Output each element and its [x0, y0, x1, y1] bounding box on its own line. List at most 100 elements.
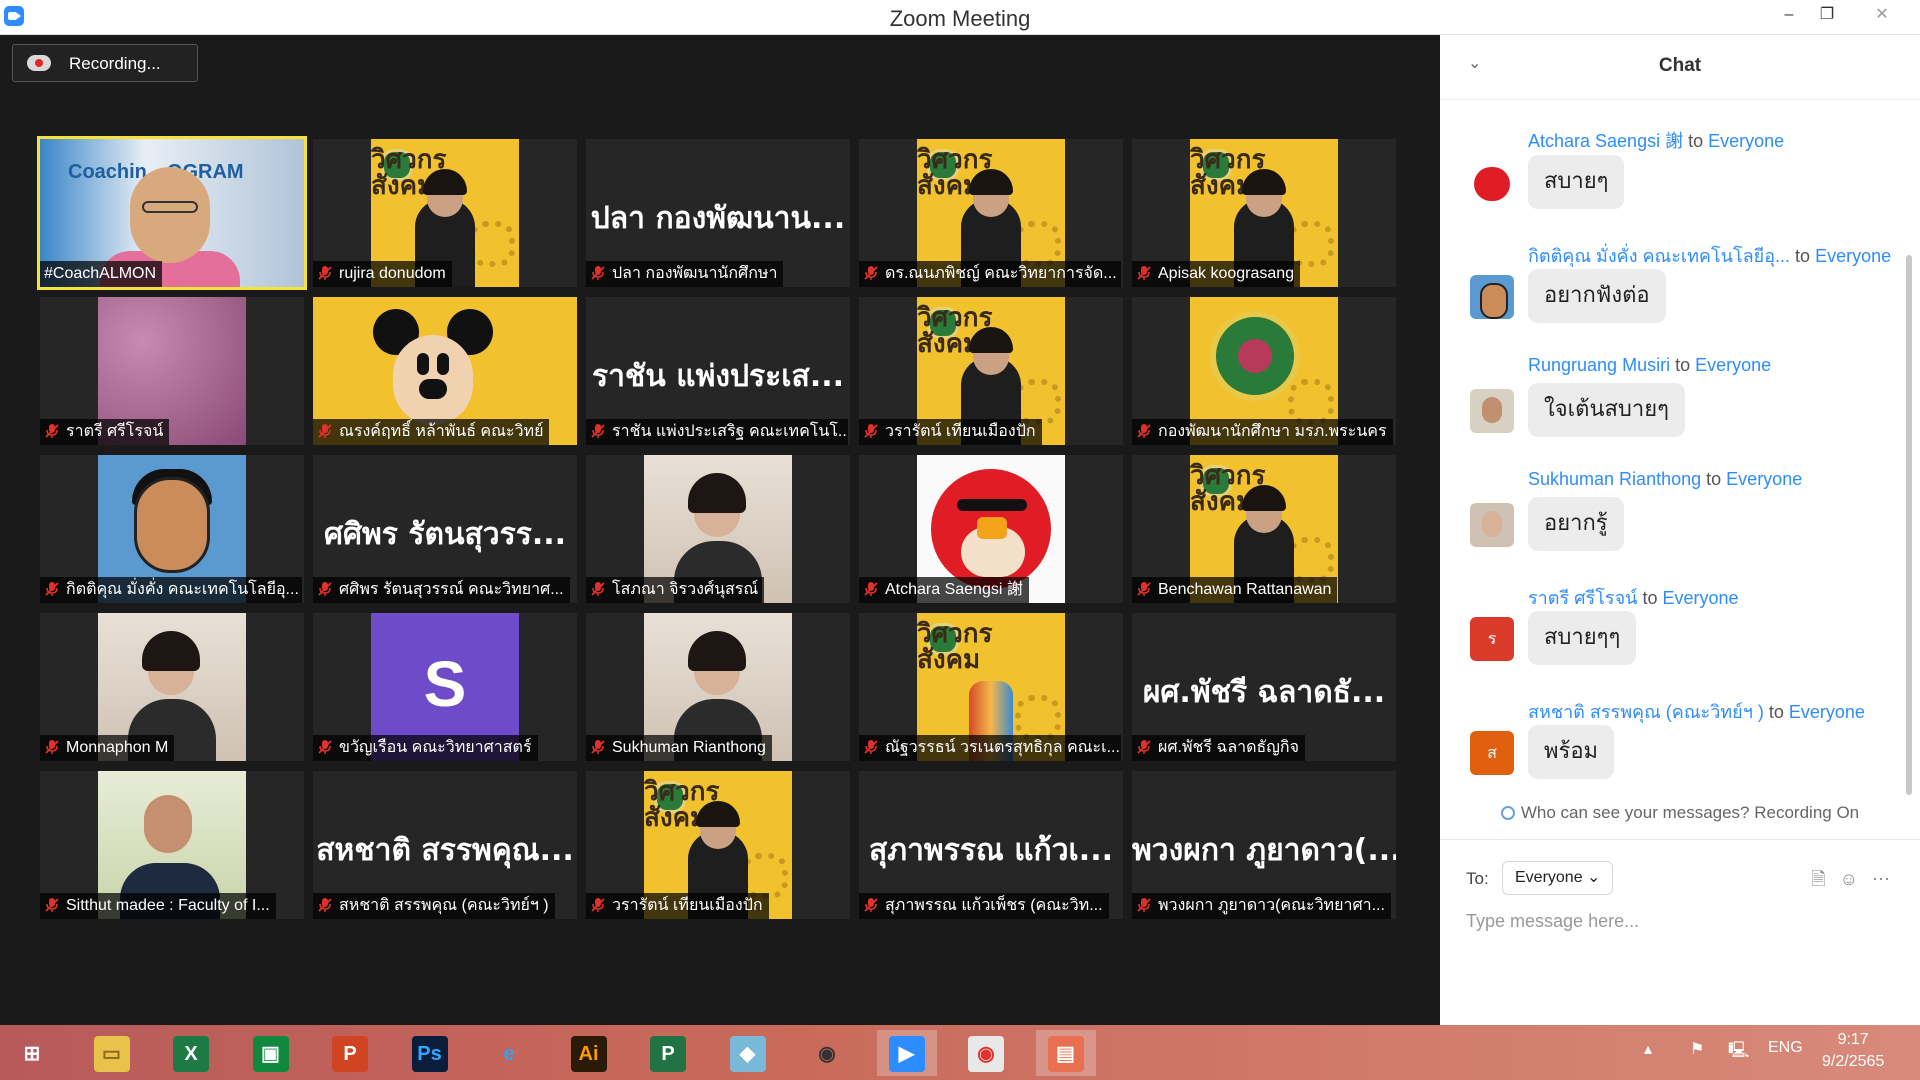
participant-name-label: ศศิพร รัตนสุวรรณ์ คณะวิทยาศ...	[313, 577, 570, 603]
network-icon[interactable]: 🖳	[1728, 1039, 1749, 1066]
internet-explorer-icon[interactable]: e	[479, 1030, 539, 1076]
store-icon[interactable]: ▣	[241, 1030, 301, 1076]
participant-name-label: พวงผกา ภูยาดาว(คณะวิทยาศา...	[1132, 893, 1391, 919]
poster-header: วิศวกร สังคม	[917, 619, 993, 675]
recipient-name[interactable]: Everyone	[1695, 355, 1771, 375]
photoscape-icon[interactable]: ◉	[797, 1030, 857, 1076]
participant-name-label: วรารัตน์ เทียนเมืองปัก	[586, 893, 769, 919]
recipient-select[interactable]: Everyone ⌄	[1502, 861, 1614, 895]
participant-tile[interactable]: วิศวกร สังคม Apisak koograsang	[1132, 139, 1396, 287]
participant-name: วรารัตน์ เทียนเมืองปัก	[612, 897, 763, 914]
avatar-letter: S	[423, 648, 467, 720]
file-explorer-icon[interactable]: ▭	[82, 1030, 142, 1076]
participant-tile[interactable]: Sukhuman Rianthong	[586, 613, 850, 761]
close-button[interactable]: ✕	[1862, 0, 1902, 30]
participant-tile[interactable]: Atchara Saengsi 謝	[859, 455, 1123, 603]
participant-tile[interactable]: Coachin…OGRAM#CoachALMON	[37, 136, 307, 290]
emoji-icon[interactable]: ☺	[1840, 869, 1858, 889]
chat-scrollbar[interactable]	[1906, 255, 1912, 795]
participant-tile[interactable]: สุภาพรรณ แก้วเ... สุภาพรรณ แก้วเพ็ชร (คณะ…	[859, 771, 1123, 919]
participant-tile[interactable]: วิศวกร สังคม rujira donudom	[313, 139, 577, 287]
participant-tile[interactable]: วิศวกร สังคม วรารัตน์ เทียนเมืองปัก	[859, 297, 1123, 445]
participant-tile[interactable]: กองพัฒนานักศึกษา มรภ.พระนคร	[1132, 297, 1396, 445]
photoshop-glyph: Ps	[411, 1036, 448, 1072]
participant-tile[interactable]: ราชัน แพ่งประเส... ราชัน แพ่งประเสริฐ คณะ…	[586, 297, 850, 445]
participant-name: Atchara Saengsi 謝	[885, 581, 1023, 598]
mic-muted-icon	[863, 581, 885, 598]
powerpoint-icon[interactable]: P	[320, 1030, 380, 1076]
participant-tile[interactable]: ปลา กองพัฒนาน... ปลา กองพัฒนานักศึกษา	[586, 139, 850, 287]
show-hidden-icons-icon[interactable]: ▴	[1644, 1039, 1652, 1059]
paint-icon[interactable]: ◆	[718, 1030, 778, 1076]
message-bubble[interactable]: สบายๆๆ	[1528, 611, 1637, 665]
participant-tile[interactable]: วิศวกร สังคม Benchawan Rattanawan	[1132, 455, 1396, 603]
recipient-name[interactable]: Everyone	[1662, 588, 1738, 608]
sender-name[interactable]: Rungruang Musiri	[1528, 355, 1670, 375]
start-icon[interactable]: ⊞	[2, 1030, 62, 1076]
file-icon[interactable]: 🗎	[1811, 869, 1825, 889]
participant-tile[interactable]: วิศวกร สังคม ณัฐวรรธน์ วรเนตรสุทธิกุล คณะ…	[859, 613, 1123, 761]
input-language[interactable]: ENG	[1768, 1039, 1803, 1057]
zoom-icon[interactable]: ▶	[876, 1030, 937, 1076]
message-input[interactable]: Type message here...	[1466, 911, 1639, 932]
participant-tile[interactable]: กิตติคุณ มั่งคั่ง คณะเทคโนโลยีอุ...	[40, 455, 304, 603]
recipient-name[interactable]: Everyone	[1815, 246, 1891, 266]
participant-tile[interactable]: ณรงค์ฤทธิ์ หล้าพันธ์ คณะวิทย์	[313, 297, 577, 445]
sender-name[interactable]: Atchara Saengsi 謝	[1528, 131, 1683, 151]
sender-name[interactable]: สหชาติ สรรพคุณ (คณะวิทย์ฯ )	[1528, 702, 1764, 722]
sender-name[interactable]: กิตติคุณ มั่งคั่ง คณะเทคโนโลยีอุ...	[1528, 246, 1790, 266]
message-bubble[interactable]: สบายๆ	[1528, 155, 1625, 209]
participant-display-name: สหชาติ สรรพคุณ...	[316, 833, 574, 868]
action-center-flag-icon[interactable]: ⚑	[1690, 1039, 1704, 1059]
recipient-name[interactable]: Everyone	[1726, 469, 1802, 489]
mic-muted-icon	[590, 581, 612, 598]
meeting-area: Recording... Coachin…OGRAM#CoachALMONวิศ…	[0, 35, 1440, 1025]
participant-tile[interactable]: S ขวัญเรือน คณะวิทยาศาสตร์	[313, 613, 577, 761]
recording-cloud-icon	[27, 55, 51, 71]
participant-name: ปลา กองพัฒนานักศึกษา	[612, 265, 778, 282]
participant-tile[interactable]: พวงผกา ภูยาดาว(... พวงผกา ภูยาดาว(คณะวิทย…	[1132, 771, 1396, 919]
participant-tile[interactable]: Sitthut madee : Faculty of I...	[40, 771, 304, 919]
mic-muted-icon	[44, 423, 66, 440]
participant-tile[interactable]: ศศิพร รัตนสุวรร... ศศิพร รัตนสุวรรณ์ คณะว…	[313, 455, 577, 603]
photoshop-icon[interactable]: Ps	[400, 1030, 460, 1076]
participant-tile[interactable]: วิศวกร สังคม วรารัตน์ เทียนเมืองปัก	[586, 771, 850, 919]
participant-tile[interactable]: โสภณา จิรวงศ์นุสรณ์	[586, 455, 850, 603]
participant-name: rujira donudom	[339, 265, 446, 282]
participant-tile[interactable]: ราตรี ศรีโรจน์	[40, 297, 304, 445]
participant-display-name: สุภาพรรณ แก้วเ...	[869, 833, 1113, 868]
project-icon[interactable]: P	[638, 1030, 698, 1076]
minimize-button[interactable]: –	[1770, 0, 1808, 30]
participant-tile[interactable]: วิศวกร สังคม ดร.ณนภพิชญ์ คณะวิทยาการจัด..…	[859, 139, 1123, 287]
participant-tile[interactable]: ผศ.พัชรี ฉลาดธั... ผศ.พัชรี ฉลาดธัญกิจ	[1132, 613, 1396, 761]
message-bubble[interactable]: อยากรู้	[1528, 497, 1624, 551]
participant-name-label: ราชัน แพ่งประเสริฐ คณะเทคโนโ...	[586, 419, 848, 445]
participant-name-label: ผศ.พัชรี ฉลาดธัญกิจ	[1132, 735, 1305, 761]
chat-panel: ⌄ Chat Atchara Saengsi 謝 to Everyone สบาย…	[1440, 35, 1920, 1025]
sender-avatar	[1470, 389, 1514, 433]
message-bubble[interactable]: พร้อม	[1528, 725, 1615, 779]
message-bubble[interactable]: อยากฟังต่อ	[1528, 269, 1666, 323]
sender-name[interactable]: Sukhuman Rianthong	[1528, 469, 1701, 489]
illustrator-icon[interactable]: Ai	[559, 1030, 619, 1076]
recording-indicator[interactable]: Recording...	[12, 44, 198, 82]
message-bubble[interactable]: ใจเต้นสบายๆ	[1528, 383, 1685, 437]
maximize-button[interactable]: ❐	[1808, 0, 1846, 30]
participant-tile[interactable]: Monnaphon M	[40, 613, 304, 761]
participant-name-label: Monnaphon M	[40, 735, 175, 761]
more-icon[interactable]: ⋯	[1872, 869, 1890, 889]
to-word: to	[1768, 702, 1784, 722]
sender-avatar	[1470, 161, 1514, 205]
recipient-name[interactable]: Everyone	[1708, 131, 1784, 151]
recipient-name[interactable]: Everyone	[1789, 702, 1865, 722]
chrome-icon[interactable]: ◉	[956, 1030, 1016, 1076]
system-clock[interactable]: 9:17 9/2/2565	[1822, 1029, 1884, 1073]
photos-icon[interactable]: ▤	[1035, 1030, 1096, 1076]
participant-tile[interactable]: สหชาติ สรรพคุณ... สหชาติ สรรพคุณ (คณะวิทย…	[313, 771, 577, 919]
recipient-value: Everyone	[1515, 869, 1583, 886]
sender-name[interactable]: ราตรี ศรีโรจน์	[1528, 588, 1637, 608]
participant-name-label: Sitthut madee : Faculty of I...	[40, 893, 276, 919]
excel-icon[interactable]: X	[161, 1030, 221, 1076]
visibility-note[interactable]: Who can see your messages? Recording On	[1440, 803, 1920, 823]
participant-name: ดร.ณนภพิชญ์ คณะวิทยาการจัด...	[885, 265, 1117, 282]
